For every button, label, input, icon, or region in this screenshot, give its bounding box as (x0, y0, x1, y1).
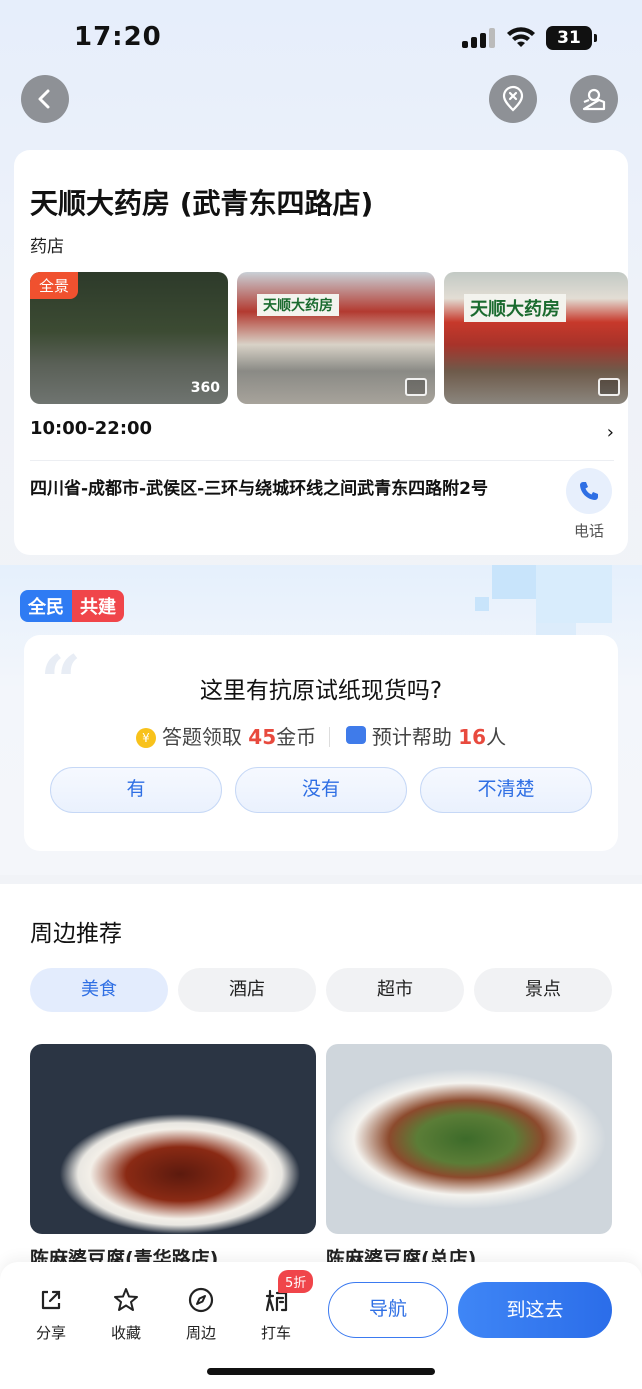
nearby-item-image[interactable] (326, 1044, 612, 1234)
nearby-label: 周边 (185, 1324, 216, 1342)
image-icon (405, 378, 427, 396)
wifi-icon (507, 27, 535, 47)
question-section: 全民 共建 “ 这里有抗原试纸现货吗? ¥ 答题领取 45金币 预计帮助 16人 … (0, 565, 642, 875)
panorama-360-icon: 360 (190, 380, 220, 396)
status-time: 17:20 (74, 22, 162, 52)
separator (328, 727, 330, 747)
go-here-button[interactable]: 到这去 (458, 1282, 612, 1338)
place-category: 药店 (30, 237, 64, 257)
favorite-label: 收藏 (110, 1324, 141, 1342)
taxi-button[interactable]: 打车 (251, 1286, 301, 1343)
share-button[interactable]: 分享 (26, 1286, 76, 1343)
report-error-button[interactable] (489, 75, 537, 123)
badge-right: 共建 (72, 590, 124, 622)
nearby-item-image[interactable] (30, 1044, 316, 1234)
help-prefix: 预计帮助 (371, 725, 452, 749)
place-title: 天顺大药房 (武青东四路店) (30, 187, 374, 220)
help-count: 16 (458, 725, 487, 749)
signal-icon (462, 28, 496, 48)
tab-supermarket[interactable]: 超市 (326, 968, 464, 1012)
discount-badge: 5折 (278, 1270, 314, 1293)
panorama-photo[interactable]: 全景 360 (30, 272, 228, 404)
decor-pixel (475, 597, 489, 611)
share-icon (41, 1290, 61, 1310)
store-photo-2[interactable]: 天顺大药房 (444, 272, 628, 404)
share-label: 分享 (35, 1324, 66, 1342)
panorama-badge: 全景 (30, 272, 79, 299)
navigate-button[interactable]: 导航 (328, 1282, 448, 1338)
reward-prefix: 答题领取 (161, 725, 242, 749)
image-icon (598, 378, 620, 396)
answer-yes-button[interactable]: 有 (50, 767, 222, 813)
nearby-button[interactable]: 周边 (176, 1286, 226, 1343)
question-meta: ¥ 答题领取 45金币 预计帮助 16人 (24, 721, 618, 750)
back-button[interactable] (21, 75, 69, 123)
star-icon (114, 1288, 138, 1311)
store-sign-image: 天顺大药房 (464, 294, 566, 322)
hours-row[interactable]: 10:00-22:00 › (30, 418, 614, 448)
chevron-right-icon: › (606, 422, 614, 443)
compass-icon (188, 1287, 214, 1313)
decor-pixel (536, 565, 612, 623)
battery-icon: 31 (546, 26, 597, 50)
place-address: 四川省-成都市-武侯区-三环与绕城环线之间武青东四路附2号 (30, 479, 488, 499)
answer-unsure-button[interactable]: 不清楚 (420, 767, 592, 813)
reward-suffix: 金币 (276, 725, 317, 749)
store-sign-image: 天顺大药房 (257, 294, 339, 316)
store-photo-1[interactable]: 天顺大药房 (237, 272, 435, 404)
favorite-button[interactable]: 收藏 (101, 1286, 151, 1343)
question-card: “ 这里有抗原试纸现货吗? ¥ 答题领取 45金币 预计帮助 16人 有 没有 不… (24, 635, 618, 851)
claim-place-button[interactable] (570, 75, 618, 123)
back-icon (38, 89, 50, 109)
message-icon (345, 726, 366, 744)
badge-left: 全民 (20, 590, 72, 622)
opening-hours: 10:00-22:00 (30, 418, 153, 439)
phone-label: 电话 (574, 522, 605, 540)
question-text: 这里有抗原试纸现货吗? (199, 678, 443, 704)
phone-button[interactable] (566, 468, 612, 514)
status-bar: 17:20 31 (0, 0, 642, 70)
taxi-label: 打车 (260, 1324, 291, 1342)
coin-icon: ¥ (135, 728, 156, 748)
crowdsource-badge: 全民 共建 (20, 590, 124, 622)
home-indicator (207, 1368, 435, 1375)
answer-no-button[interactable]: 没有 (235, 767, 407, 813)
help-suffix: 人 (486, 725, 507, 749)
phone-icon (580, 482, 598, 500)
divider (30, 460, 614, 461)
tab-attractions[interactable]: 景点 (474, 968, 612, 1012)
nearby-title: 周边推荐 (30, 921, 122, 947)
place-card: 天顺大药房 (武青东四路店) 药店 全景 360 天顺大药房 天顺大药房 10:… (14, 150, 628, 555)
map-pin-icon (582, 88, 606, 111)
location-close-icon (502, 85, 524, 112)
reward-amount: 45 (248, 725, 277, 749)
tab-hotel[interactable]: 酒店 (178, 968, 316, 1012)
decor-pixel (492, 565, 536, 599)
tab-food[interactable]: 美食 (30, 968, 168, 1012)
